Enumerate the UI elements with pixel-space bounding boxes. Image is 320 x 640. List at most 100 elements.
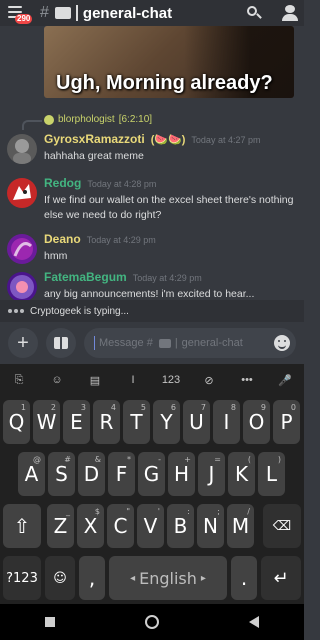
key-label: J — [208, 462, 215, 486]
home-icon[interactable] — [145, 615, 159, 629]
key-label: M — [231, 514, 250, 538]
space-language: English — [139, 568, 197, 588]
username[interactable]: FatemaBegum — [44, 270, 127, 284]
placeholder-channel: general-chat — [181, 337, 243, 349]
key-j[interactable]: = J — [198, 452, 225, 496]
key-label: X — [83, 514, 98, 538]
recents-icon[interactable] — [45, 617, 55, 627]
key-label: R — [99, 410, 114, 434]
message-item[interactable]: Redog Today at 4:28 pm If we find our wa… — [0, 176, 304, 232]
message-item[interactable]: GyrosxRamazzoti (🍉🍉) Today at 4:27 pm ha… — [0, 132, 304, 172]
username[interactable]: Redog — [44, 176, 81, 190]
key-secondary: ; — [217, 507, 220, 516]
key-secondary: 3 — [80, 403, 86, 412]
timestamp: Today at 4:29 pm — [86, 235, 156, 245]
keyboard-toolbar: ⎘ ☺ ▤ I 123 ⊘ ••• 🎤 — [0, 364, 304, 396]
add-attachment-button[interactable]: + — [8, 328, 38, 358]
key-k[interactable]: (K — [228, 452, 255, 496]
avatar[interactable] — [7, 272, 37, 300]
username[interactable]: Deano — [44, 232, 81, 246]
meme-image[interactable]: Ugh, Morning already? — [44, 26, 294, 98]
message-item[interactable]: FatemaBegum Today at 4:29 pm any big ann… — [0, 270, 304, 300]
message-input[interactable]: Message # | general-chat — [84, 328, 296, 358]
key-y[interactable]: 6Y — [153, 400, 180, 444]
key-l[interactable]: ) L — [258, 452, 285, 496]
clip-icon[interactable]: ⎘ — [7, 374, 31, 387]
key-r[interactable]: 4R — [93, 400, 120, 444]
emoji-key[interactable]: ☺ — [45, 556, 75, 600]
key-a[interactable]: @ A — [18, 452, 45, 496]
key-h[interactable]: + H — [168, 452, 195, 496]
mic-icon[interactable]: 🎤 — [273, 374, 297, 387]
reply-timestamp: [6:2:10] — [118, 114, 153, 125]
period-key[interactable]: . — [231, 556, 257, 600]
key-secondary: # — [64, 455, 71, 464]
thread-icon — [158, 338, 171, 348]
message-text: hmm — [44, 250, 68, 262]
message-item[interactable]: Deano Today at 4:29 pm hmm — [0, 232, 304, 270]
key-b[interactable]: :B — [167, 504, 194, 548]
symbols-key[interactable]: ?123 — [3, 556, 41, 600]
shift-key[interactable]: ⇧ — [3, 504, 41, 548]
key-w[interactable]: 2W — [33, 400, 60, 444]
arrow-right-icon: ▸ — [200, 572, 206, 584]
hash-icon: # — [40, 4, 49, 21]
no-image-icon[interactable]: ⊘ — [197, 374, 221, 387]
space-key[interactable]: ◂ English ▸ — [109, 556, 227, 600]
key-c[interactable]: " C — [107, 504, 134, 548]
gift-button[interactable] — [46, 328, 76, 358]
emoji-icon[interactable] — [274, 335, 290, 351]
menu-button[interactable]: 290 — [6, 4, 33, 24]
emoji-icon[interactable]: ☺ — [45, 374, 69, 386]
key-u[interactable]: 7U — [183, 400, 210, 444]
key-v[interactable]: ' V — [137, 504, 164, 548]
key-secondary: 7 — [200, 403, 206, 412]
key-e[interactable]: 3E — [63, 400, 90, 444]
key-secondary: - — [158, 455, 161, 464]
cursor-icon[interactable]: I — [121, 374, 145, 386]
backspace-key[interactable]: ⌫ — [263, 504, 301, 548]
avatar[interactable] — [7, 134, 37, 164]
top-bar: 290 # general-chat — [0, 0, 304, 26]
key-s[interactable]: # S — [48, 452, 75, 496]
key-d[interactable]: & D — [78, 452, 105, 496]
enter-key[interactable]: ↵ — [261, 556, 301, 600]
key-x[interactable]: $ X — [77, 504, 104, 548]
channel-title[interactable]: general-chat — [83, 5, 172, 22]
text-caret — [94, 336, 95, 350]
more-icon[interactable]: ••• — [235, 374, 259, 386]
key-p[interactable]: 0P — [273, 400, 300, 444]
key-f[interactable]: * F — [108, 452, 135, 496]
avatar[interactable] — [7, 178, 37, 208]
key-label: S — [55, 462, 68, 486]
key-g[interactable]: -G — [138, 452, 165, 496]
key-row-3: ⇧ ⌫ _ Z $ X " C ' V: B; N / M — [0, 504, 304, 548]
key-z[interactable]: _ Z — [47, 504, 74, 548]
back-icon[interactable] — [249, 616, 259, 628]
numbers-button[interactable]: 123 — [159, 374, 183, 386]
key-secondary: 0 — [290, 403, 296, 412]
key-o[interactable]: 9O — [243, 400, 270, 444]
key-row-1: 1Q2W3E4R5T6Y7U8I9O0P — [0, 400, 304, 444]
key-q[interactable]: 1Q — [3, 400, 30, 444]
reply-preview[interactable]: blorphologist [6:2:10] — [22, 114, 153, 130]
clipboard-icon[interactable]: ▤ — [83, 374, 107, 387]
reply-avatar — [44, 114, 54, 125]
members-icon[interactable] — [282, 5, 298, 21]
key-label: G — [143, 462, 160, 486]
message-composer: + Message # | general-chat — [0, 322, 304, 364]
key-t[interactable]: 5T — [123, 400, 150, 444]
key-secondary: = — [214, 455, 221, 464]
chat-area[interactable]: Ugh, Morning already? blorphologist [6:2… — [0, 26, 304, 300]
system-nav-bar — [0, 604, 304, 640]
key-label: O — [248, 410, 265, 434]
key-i[interactable]: 8I — [213, 400, 240, 444]
key-n[interactable]: ; N — [197, 504, 224, 548]
avatar[interactable] — [7, 234, 37, 264]
comma-key[interactable]: , — [79, 556, 105, 600]
key-m[interactable]: / M — [227, 504, 254, 548]
key-secondary: 4 — [110, 403, 116, 412]
meme-caption: Ugh, Morning already? — [56, 72, 273, 94]
search-icon[interactable] — [246, 5, 262, 21]
username[interactable]: GyrosxRamazzoti — [44, 132, 145, 146]
